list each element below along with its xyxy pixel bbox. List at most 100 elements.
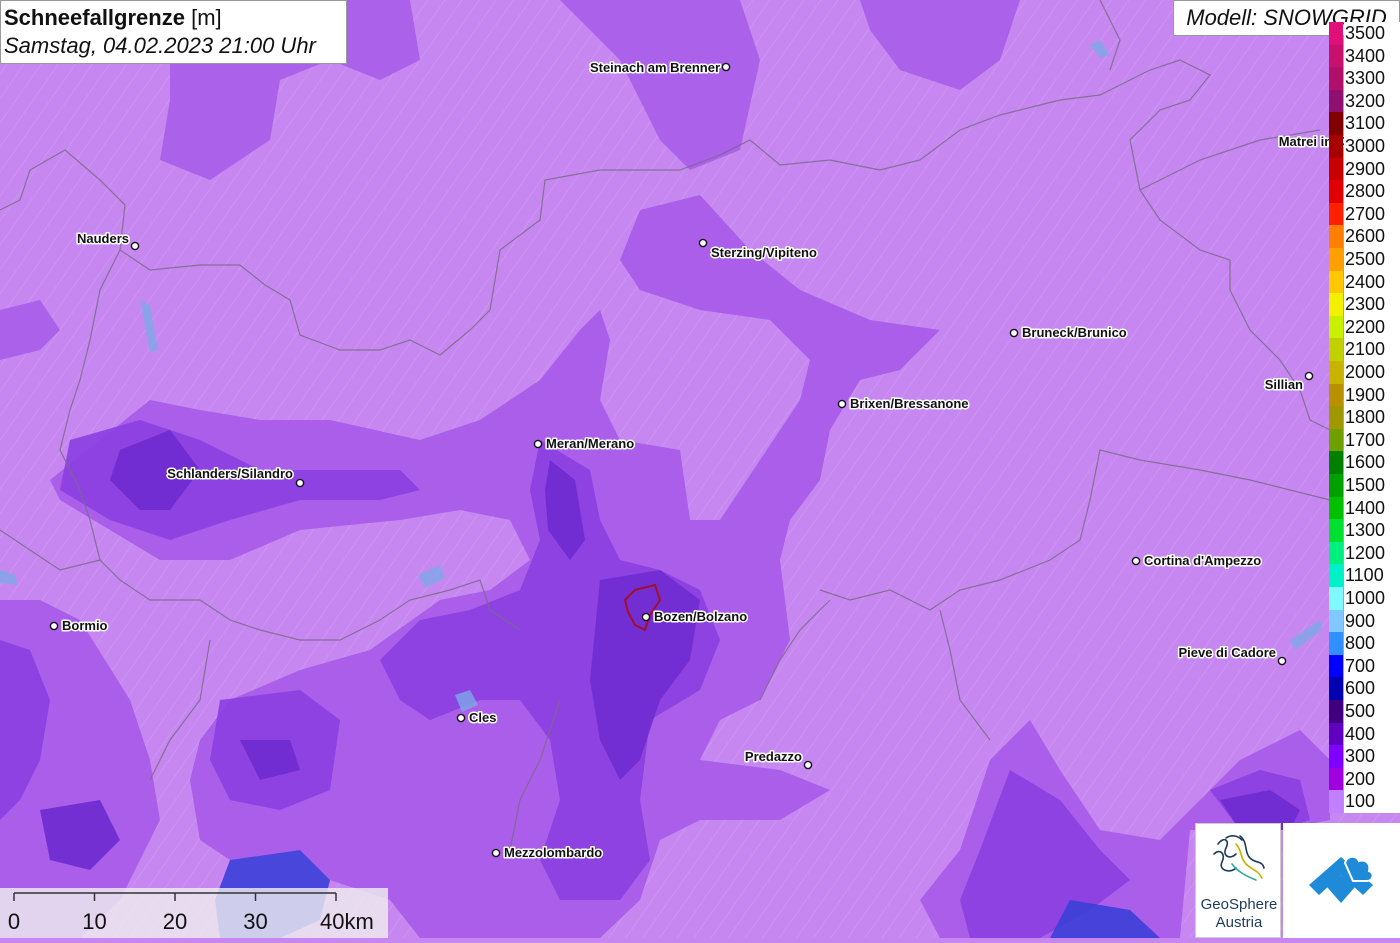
legend-entry-2100: 2100: [1329, 338, 1400, 362]
legend-value: 200: [1344, 767, 1400, 791]
city-label: Steinach am Brenner: [590, 60, 720, 75]
city-label: Meran/Merano: [546, 436, 634, 451]
legend-swatch: [1329, 225, 1343, 249]
legend-value: 2300: [1344, 293, 1400, 317]
city-dot: [295, 478, 305, 488]
legend-entry-2500: 2500: [1329, 248, 1400, 271]
legend-swatch: [1329, 157, 1343, 181]
legend-entry-2600: 2600: [1329, 225, 1400, 249]
city-marker: Mezzolombardo: [491, 844, 604, 862]
legend-value: 100: [1344, 790, 1400, 814]
legend-entry-1200: 1200: [1329, 541, 1400, 565]
city-label: Bormio: [62, 618, 108, 633]
legend-entry-2300: 2300: [1329, 293, 1400, 317]
legend-entry-2400: 2400: [1329, 270, 1400, 294]
legend-swatch: [1329, 383, 1343, 407]
legend-swatch: [1329, 180, 1343, 204]
legend-entry-2700: 2700: [1329, 202, 1400, 226]
legend-swatch: [1329, 67, 1343, 91]
city-dot: [1131, 556, 1141, 566]
legend-swatch: [1329, 677, 1343, 701]
geosphere-logo: GeoSphere Austria: [1195, 823, 1281, 938]
legend-swatch: [1329, 587, 1343, 610]
city-dot: [837, 399, 847, 409]
legend-swatch: [1329, 541, 1343, 565]
geosphere-name-line2: Austria: [1215, 914, 1263, 931]
legend-swatch: [1329, 790, 1343, 814]
legend-swatch: [1329, 496, 1343, 520]
legend-value: 2800: [1344, 180, 1400, 204]
legend-value: 1700: [1344, 428, 1400, 452]
legend-swatch: [1329, 248, 1343, 271]
legend-swatch: [1329, 406, 1343, 430]
scale-label: 0: [8, 909, 20, 934]
legend-swatch: [1329, 700, 1343, 723]
geosphere-name-line1: GeoSphere: [1200, 896, 1278, 913]
legend-value: 3000: [1344, 135, 1400, 158]
legend-swatch: [1329, 315, 1343, 339]
legend-value: 600: [1344, 677, 1400, 701]
legend-swatch: [1329, 44, 1343, 68]
legend-swatch: [1329, 474, 1343, 497]
legend-value: 300: [1344, 745, 1400, 769]
city-label: Bozen/Bolzano: [654, 609, 747, 624]
legend-value: 1900: [1344, 383, 1400, 407]
legend-swatch: [1329, 361, 1343, 384]
legend-swatch: [1329, 745, 1343, 769]
city-marker: Cortina d'Ampezzo: [1131, 552, 1263, 570]
city-dot: [49, 621, 59, 631]
legend-swatch: [1329, 428, 1343, 452]
legend-entry-1900: 1900: [1329, 383, 1400, 407]
map-datetime: Samstag, 04.02.2023 21:00 Uhr: [4, 33, 316, 58]
legend-value: 2400: [1344, 270, 1400, 294]
city-dot: [533, 439, 543, 449]
city-label: Sillian: [1265, 377, 1303, 392]
legend-entry-3500: 3500: [1329, 22, 1400, 45]
legend-entry-900: 900: [1329, 609, 1400, 633]
legend-entry-1800: 1800: [1329, 406, 1400, 430]
legend-entry-3400: 3400: [1329, 44, 1400, 68]
map-unit: [m]: [191, 5, 222, 30]
legend-value: 1400: [1344, 496, 1400, 520]
color-legend: 3500 3400 3300 3200 3100 3000 2900 2800 2700 2600…: [1329, 22, 1400, 824]
city-dot: [456, 713, 466, 723]
legend-entry-3300: 3300: [1329, 67, 1400, 91]
scale-label: 30: [243, 909, 267, 934]
legend-entry-2900: 2900: [1329, 157, 1400, 181]
legend-value: 1300: [1344, 519, 1400, 543]
legend-value: 1600: [1344, 451, 1400, 475]
legend-entry-2000: 2000: [1329, 361, 1400, 384]
legend-value: 2200: [1344, 315, 1400, 339]
city-dot: [130, 241, 140, 251]
city-dot: [1304, 371, 1314, 381]
city-marker: Bruneck/Brunico: [1009, 324, 1128, 342]
legend-entry-1500: 1500: [1329, 474, 1400, 497]
legend-entry-3200: 3200: [1329, 89, 1400, 113]
legend-entry-700: 700: [1329, 654, 1400, 678]
city-marker: Meran/Merano: [533, 435, 636, 453]
legend-swatch: [1329, 293, 1343, 317]
legend-swatch: [1329, 202, 1343, 226]
legend-entry-2200: 2200: [1329, 315, 1400, 339]
geosphere-logo-icon: [1213, 835, 1265, 881]
legend-entry-600: 600: [1329, 677, 1400, 701]
city-label: Sterzing/Vipiteno: [711, 245, 817, 260]
legend-value: 2600: [1344, 225, 1400, 249]
scale-label: 40km: [320, 909, 374, 934]
legend-value: 3500: [1344, 22, 1400, 45]
legend-value: 3100: [1344, 112, 1400, 136]
legend-entry-400: 400: [1329, 722, 1400, 746]
legend-swatch: [1329, 338, 1343, 362]
legend-value: 800: [1344, 632, 1400, 656]
city-dot: [1009, 328, 1019, 338]
city-label: Nauders: [77, 231, 129, 246]
legend-entry-1300: 1300: [1329, 519, 1400, 543]
legend-swatch: [1329, 767, 1343, 791]
legend-entry-100: 100: [1329, 790, 1400, 814]
legend-entry-3100: 3100: [1329, 112, 1400, 136]
snowfall-line-map[interactable]: Steinach am BrennerMatrei in OsttirolNau…: [0, 0, 1400, 938]
app-logo: [1283, 823, 1400, 938]
legend-entry-200: 200: [1329, 767, 1400, 791]
legend-entry-1700: 1700: [1329, 428, 1400, 452]
legend-value: 2100: [1344, 338, 1400, 362]
